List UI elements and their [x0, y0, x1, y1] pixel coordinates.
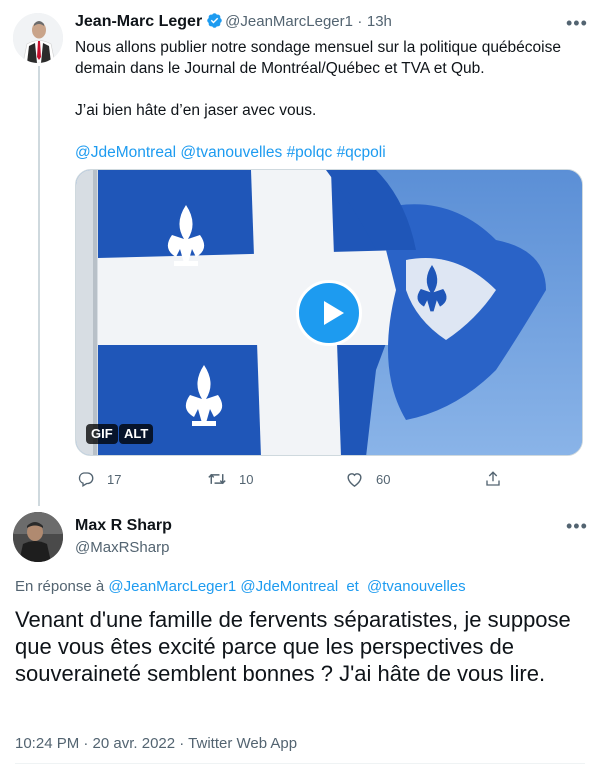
divider — [15, 763, 585, 764]
reply-author-name[interactable]: Max R Sharp — [75, 517, 172, 535]
mention-tvanouvelles[interactable]: @tvanouvelles — [367, 578, 466, 595]
share-action[interactable] — [484, 470, 502, 488]
tweet-media-gif[interactable]: GIF ALT — [75, 169, 583, 456]
reply-author-handle[interactable]: @MaxRSharp — [75, 539, 169, 556]
reply-and-word: et — [346, 578, 359, 595]
like-icon — [347, 473, 362, 487]
reply-context: En réponse à @JeanMarcLeger1 @JdeMontrea… — [15, 578, 466, 595]
dot-separator: · — [357, 13, 363, 30]
avatar-image — [13, 512, 63, 562]
like-count: 60 — [376, 471, 391, 487]
mention-jdemontreal[interactable]: @JdeMontreal — [240, 578, 338, 595]
avatar[interactable] — [13, 512, 63, 562]
play-icon[interactable] — [296, 280, 362, 346]
mention-jeanmarcleger1[interactable]: @JeanMarcLeger1 — [108, 578, 236, 595]
reply-text: Venant d'une famille de fervents séparat… — [15, 607, 571, 686]
retweet-icon — [208, 473, 226, 485]
author-name[interactable]: Jean-Marc Leger — [75, 13, 202, 30]
author-handle[interactable]: @JeanMarcLeger1 — [225, 13, 353, 30]
mention-tvanouvelles[interactable]: @tvanouvelles — [180, 144, 282, 161]
share-icon — [486, 471, 500, 486]
retweet-count: 10 — [239, 471, 254, 487]
avatar[interactable] — [13, 13, 63, 63]
like-action[interactable]: 60 — [345, 470, 390, 488]
avatar-image — [13, 13, 63, 63]
reply-prefix: En réponse à — [15, 578, 105, 595]
alt-badge[interactable]: ALT — [119, 424, 154, 444]
reply-timestamp[interactable]: 10:24 PM · 20 avr. 2022 · Twitter Web Ap… — [15, 735, 297, 752]
tweet-text: Nous allons publier notre sondage mensue… — [75, 37, 575, 163]
mention-jdemontreal[interactable]: @JdeMontreal — [75, 144, 176, 161]
reply-icon — [78, 472, 94, 487]
hashtag-qcpoli[interactable]: #qcpoli — [337, 144, 386, 161]
reply-action[interactable]: 17 — [77, 470, 121, 488]
tweet-time[interactable]: 13h — [367, 13, 392, 30]
tweet-hashtags: @JdeMontreal @tvanouvelles #polqc #qcpol… — [75, 142, 575, 163]
gif-badge: GIF — [86, 424, 118, 444]
reply-count: 17 — [107, 471, 122, 487]
thread-line — [38, 66, 40, 506]
tweet-text-line1: Nous allons publier notre sondage mensue… — [75, 39, 561, 77]
hashtag-polqc[interactable]: #polqc — [287, 144, 333, 161]
tweet-header: Jean-Marc Leger @JeanMarcLeger1 · 13h — [75, 12, 392, 31]
tweet-text-line2: J’ai bien hâte d’en jaser avec vous. — [75, 102, 317, 119]
retweet-action[interactable]: 10 — [207, 470, 253, 488]
more-icon[interactable]: ••• — [566, 517, 588, 535]
verified-icon — [207, 13, 222, 28]
more-icon[interactable]: ••• — [566, 14, 588, 32]
